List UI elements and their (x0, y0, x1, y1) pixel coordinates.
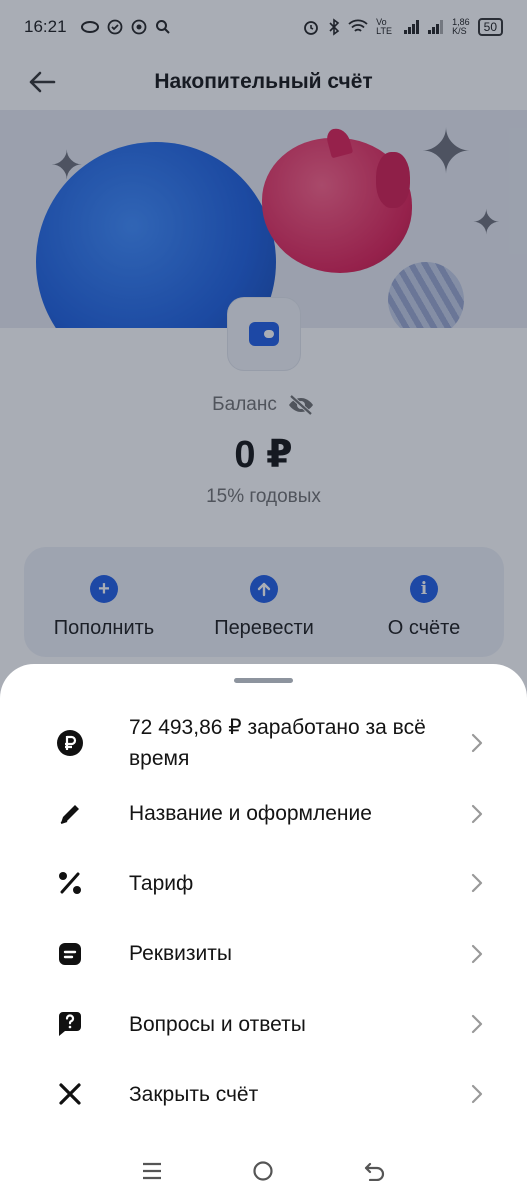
menu-item-earned[interactable]: 72 493,86 ₽ заработано за всё время (0, 704, 527, 782)
home-circle-icon (253, 1160, 274, 1181)
menu-item-faq[interactable]: Вопросы и ответы (0, 986, 527, 1062)
ruble-coin-icon (54, 727, 86, 759)
menu-icon (142, 1162, 161, 1179)
menu-item-close-account[interactable]: Закрыть счёт (0, 1062, 527, 1126)
menu-item-tariff-label: Тариф (129, 871, 194, 895)
home-button[interactable] (252, 1160, 274, 1187)
chevron-right-icon (469, 802, 485, 826)
bottom-sheet: 72 493,86 ₽ заработано за всё время Назв… (0, 664, 527, 1200)
back-arrow-icon (365, 1162, 385, 1181)
close-icon (54, 1078, 86, 1110)
chevron-right-icon (469, 1012, 485, 1036)
chevron-right-icon (469, 731, 485, 755)
pencil-icon (54, 798, 86, 830)
percent-icon (54, 867, 86, 899)
menu-item-close-account-label: Закрыть счёт (129, 1082, 259, 1106)
menu-item-name-design[interactable]: Название и оформление (0, 782, 527, 845)
menu-item-requisites-label: Реквизиты (129, 942, 232, 965)
menu-item-tariff[interactable]: Тариф (0, 845, 527, 921)
recent-apps-button[interactable] (141, 1161, 163, 1186)
chevron-right-icon (469, 942, 485, 966)
document-icon (54, 938, 86, 970)
chevron-right-icon (469, 871, 485, 895)
chevron-right-icon (469, 1082, 485, 1106)
menu-item-name-design-label: Название и оформление (129, 802, 372, 825)
back-nav-button[interactable] (364, 1161, 386, 1186)
question-bubble-icon (54, 1008, 86, 1040)
menu-item-requisites[interactable]: Реквизиты (0, 921, 527, 986)
menu-item-faq-label: Вопросы и ответы (129, 1012, 306, 1036)
sheet-menu: 72 493,86 ₽ заработано за всё время Назв… (0, 704, 527, 1126)
menu-item-earned-label: 72 493,86 ₽ заработано за всё время (129, 716, 426, 770)
system-navigation-bar (0, 1146, 527, 1200)
sheet-drag-handle[interactable] (234, 678, 293, 683)
